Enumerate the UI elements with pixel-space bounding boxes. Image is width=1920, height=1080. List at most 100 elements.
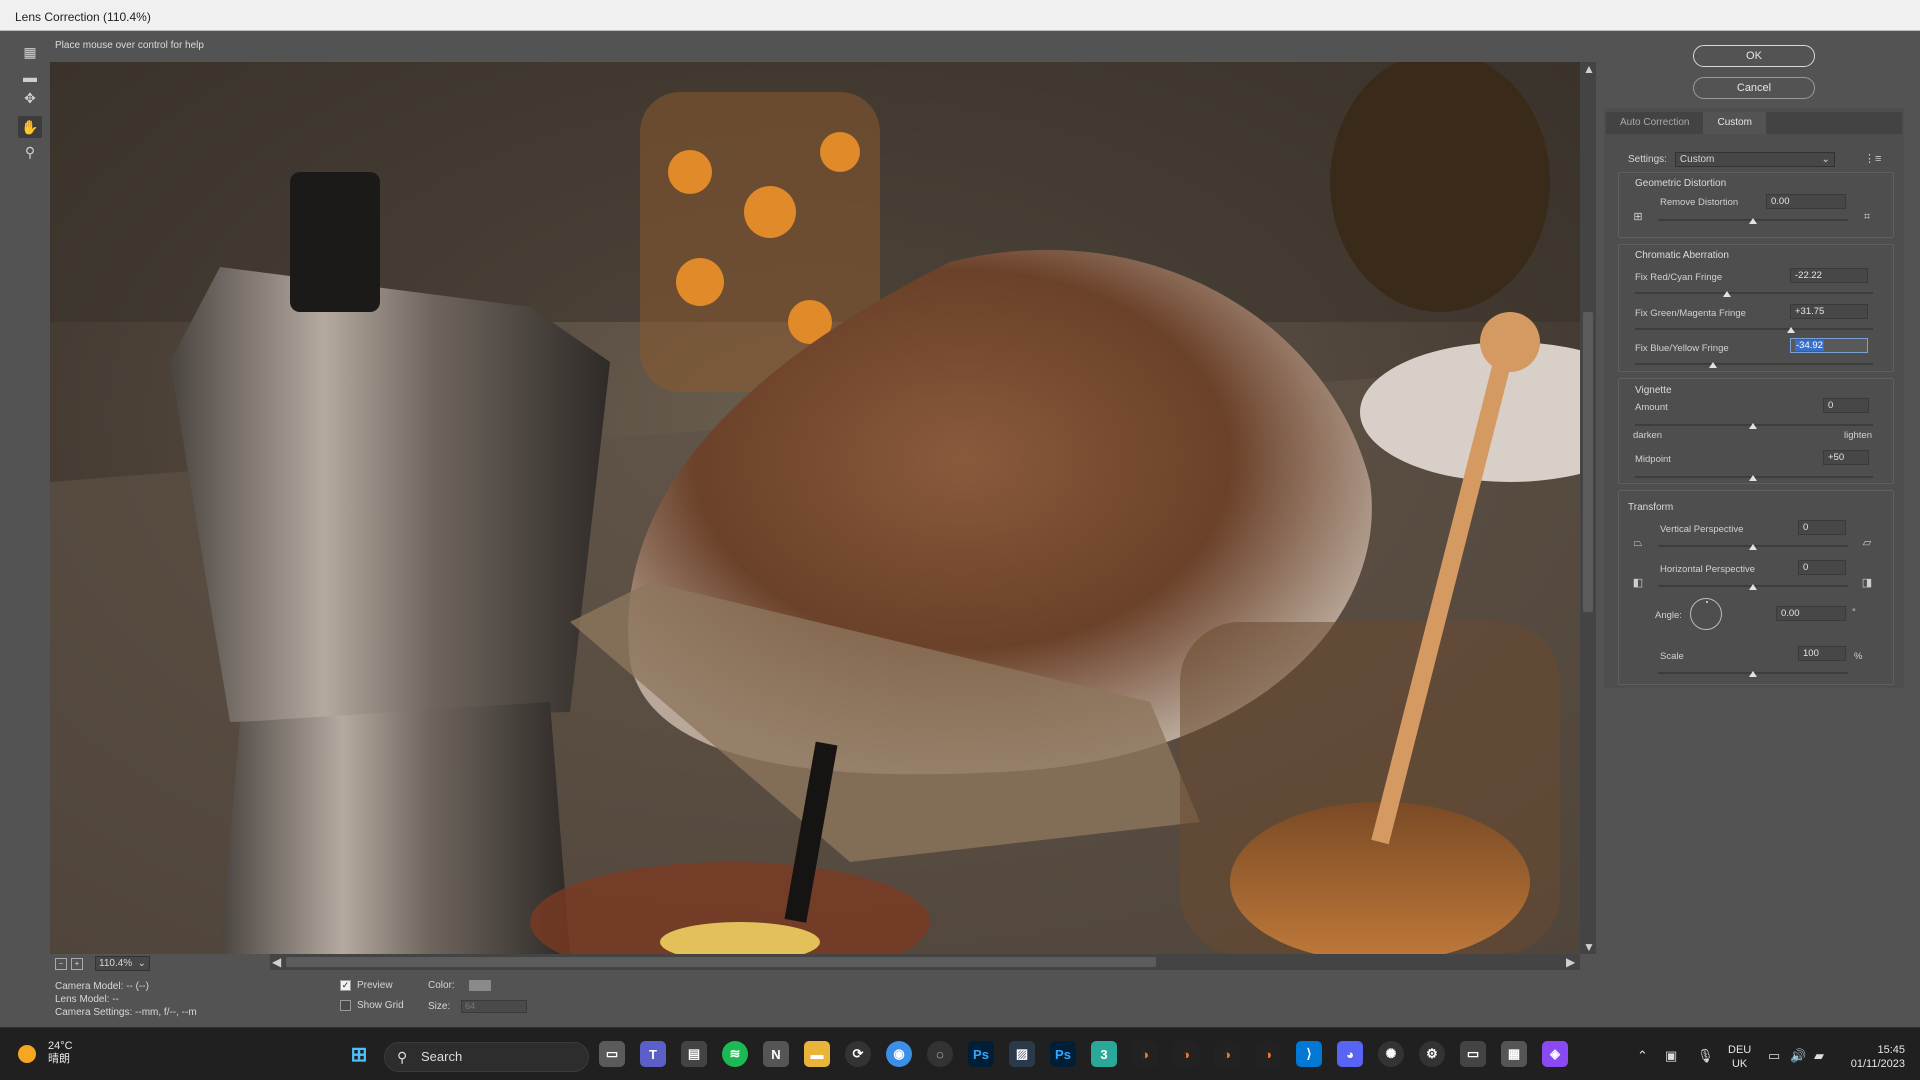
angle-label: Angle:: [1655, 610, 1682, 621]
vignette-midpoint-field[interactable]: +50: [1823, 450, 1869, 465]
image-preview[interactable]: [50, 62, 1580, 954]
vertical-perspective-field[interactable]: 0: [1798, 520, 1846, 535]
vignette-midpoint-label: Midpoint: [1635, 454, 1671, 465]
camera-info: Camera Model: -- (--) Lens Model: -- Cam…: [55, 980, 197, 1019]
horizontal-scroll-thumb[interactable]: [286, 957, 1156, 967]
photo-preview: [50, 62, 1580, 954]
photoshop-icon[interactable]: Ps: [1050, 1041, 1076, 1067]
taskbar-search[interactable]: ⚲ Search: [384, 1042, 589, 1072]
scroll-up-arrow-icon[interactable]: ▲: [1583, 62, 1595, 76]
size-label: Size:: [428, 1001, 451, 1013]
task-view-icon[interactable]: ▭: [599, 1041, 625, 1067]
settings-menu-icon[interactable]: ⋮≡: [1864, 152, 1881, 165]
green-magenta-knob[interactable]: [1787, 327, 1795, 333]
horizontal-scrollbar[interactable]: [270, 954, 1580, 970]
vertical-perspective-knob[interactable]: [1749, 544, 1757, 550]
battery-icon[interactable]: ▰: [1814, 1048, 1824, 1064]
file-explorer-icon[interactable]: ▬: [804, 1041, 830, 1067]
app-purple-icon[interactable]: ◈: [1542, 1041, 1568, 1067]
move-grid-tool-icon[interactable]: ✥: [18, 87, 42, 109]
blender-icon-4[interactable]: ◑: [1255, 1041, 1281, 1067]
openai-icon[interactable]: ✺: [1378, 1041, 1404, 1067]
scroll-right-arrow-icon[interactable]: ▶: [1566, 955, 1575, 969]
tray-app-icon[interactable]: ▣: [1665, 1048, 1677, 1064]
zoom-out-icon[interactable]: −: [55, 957, 67, 970]
blender-icon-1[interactable]: ◑: [1132, 1041, 1158, 1067]
blender-icon-2[interactable]: ◑: [1173, 1041, 1199, 1067]
volume-icon[interactable]: 🔊: [1790, 1048, 1806, 1064]
settings-row: Settings: Custom ⌄: [1628, 152, 1835, 167]
search-icon: ⚲: [397, 1049, 408, 1065]
terminal-icon[interactable]: ▭: [1460, 1041, 1486, 1067]
chevron-down-icon: ⌄: [1821, 154, 1830, 165]
vertical-scroll-thumb[interactable]: [1583, 312, 1593, 612]
vignette-amount-field[interactable]: 0: [1823, 398, 1869, 413]
scroll-down-arrow-icon[interactable]: ▼: [1583, 940, 1595, 954]
blue-yellow-knob[interactable]: [1709, 362, 1717, 368]
photoshop-active-icon[interactable]: Ps: [968, 1041, 994, 1067]
window-title: Lens Correction (110.4%): [15, 10, 151, 24]
scroll-left-arrow-icon[interactable]: ◀: [272, 955, 281, 969]
zoom-tool-icon[interactable]: ⚲: [18, 141, 42, 163]
scale-unit: %: [1854, 651, 1863, 662]
calculator-icon[interactable]: ▦: [1501, 1041, 1527, 1067]
notion-icon[interactable]: N: [763, 1041, 789, 1067]
app-icon[interactable]: ▤: [681, 1041, 707, 1067]
tray-chevron-up-icon[interactable]: ⌃: [1637, 1048, 1648, 1064]
app-chart-icon[interactable]: ▨: [1009, 1041, 1035, 1067]
settings-gear-icon[interactable]: ⚙: [1419, 1041, 1445, 1067]
angle-dial[interactable]: [1690, 598, 1722, 630]
red-cyan-slider[interactable]: [1635, 292, 1873, 294]
blue-yellow-field[interactable]: -34.92: [1790, 338, 1868, 353]
blender-icon-3[interactable]: ◑: [1214, 1041, 1240, 1067]
chevron-down-icon: ⌄: [137, 958, 146, 969]
system-clock[interactable]: 15:45 01/11/2023: [1845, 1043, 1905, 1071]
red-cyan-field[interactable]: -22.22: [1790, 268, 1868, 283]
vignette-amount-knob[interactable]: [1749, 423, 1757, 429]
windows-taskbar: [0, 1027, 1920, 1080]
language-code: DEU: [1728, 1044, 1752, 1056]
sun-icon: [18, 1045, 36, 1063]
app-three-icon[interactable]: 3: [1091, 1041, 1117, 1067]
angle-field[interactable]: 0.00: [1776, 606, 1846, 621]
vignette-midpoint-knob[interactable]: [1749, 475, 1757, 481]
preview-checkbox[interactable]: ✓: [340, 980, 351, 991]
straighten-tool-icon[interactable]: ▬: [18, 66, 42, 88]
horizontal-perspective-knob[interactable]: [1749, 584, 1757, 590]
vscode-icon[interactable]: ⟩: [1296, 1041, 1322, 1067]
vertical-scrollbar[interactable]: [1580, 62, 1596, 954]
app-circle-icon[interactable]: ◌: [927, 1041, 953, 1067]
green-magenta-field[interactable]: +31.75: [1790, 304, 1868, 319]
remove-distortion-field[interactable]: 0.00: [1766, 194, 1846, 209]
keyboard-language[interactable]: DEU UK: [1728, 1043, 1751, 1071]
sync-icon[interactable]: ⟳: [845, 1041, 871, 1067]
microphone-icon[interactable]: 🎙: [1697, 1048, 1714, 1064]
zoom-level-select[interactable]: 110.4% ⌄: [95, 956, 150, 971]
red-cyan-knob[interactable]: [1723, 291, 1731, 297]
hand-tool-icon[interactable]: ✋: [18, 116, 42, 138]
display-icon[interactable]: ▭: [1768, 1048, 1780, 1064]
grid-color-swatch[interactable]: [469, 980, 492, 991]
remove-distortion-tool-icon[interactable]: ▦: [18, 41, 42, 63]
spotify-icon[interactable]: ≋: [722, 1041, 748, 1067]
remove-distortion-knob[interactable]: [1749, 218, 1757, 224]
discord-icon[interactable]: ◕: [1337, 1041, 1363, 1067]
chrome-icon[interactable]: ◉: [886, 1041, 912, 1067]
tab-auto-correction[interactable]: Auto Correction: [1606, 112, 1703, 134]
ok-button[interactable]: OK: [1693, 45, 1815, 67]
weather-widget[interactable]: 24°C 晴朗: [18, 1040, 73, 1066]
settings-select[interactable]: Custom ⌄: [1674, 152, 1835, 167]
tab-custom[interactable]: Custom: [1703, 112, 1766, 134]
zoom-in-icon[interactable]: +: [71, 957, 83, 970]
remove-distortion-label: Remove Distortion: [1660, 197, 1739, 208]
teams-icon[interactable]: T: [640, 1041, 666, 1067]
scale-knob[interactable]: [1749, 671, 1757, 677]
blue-yellow-slider[interactable]: [1635, 363, 1873, 365]
scale-field[interactable]: 100: [1798, 646, 1846, 661]
show-grid-checkbox[interactable]: [340, 1000, 351, 1011]
horizontal-perspective-field[interactable]: 0: [1798, 560, 1846, 575]
start-windows-icon[interactable]: ⊞: [346, 1041, 372, 1067]
green-magenta-slider[interactable]: [1635, 328, 1873, 330]
grid-size-select[interactable]: 64: [461, 1000, 528, 1013]
cancel-button[interactable]: Cancel: [1693, 77, 1815, 99]
